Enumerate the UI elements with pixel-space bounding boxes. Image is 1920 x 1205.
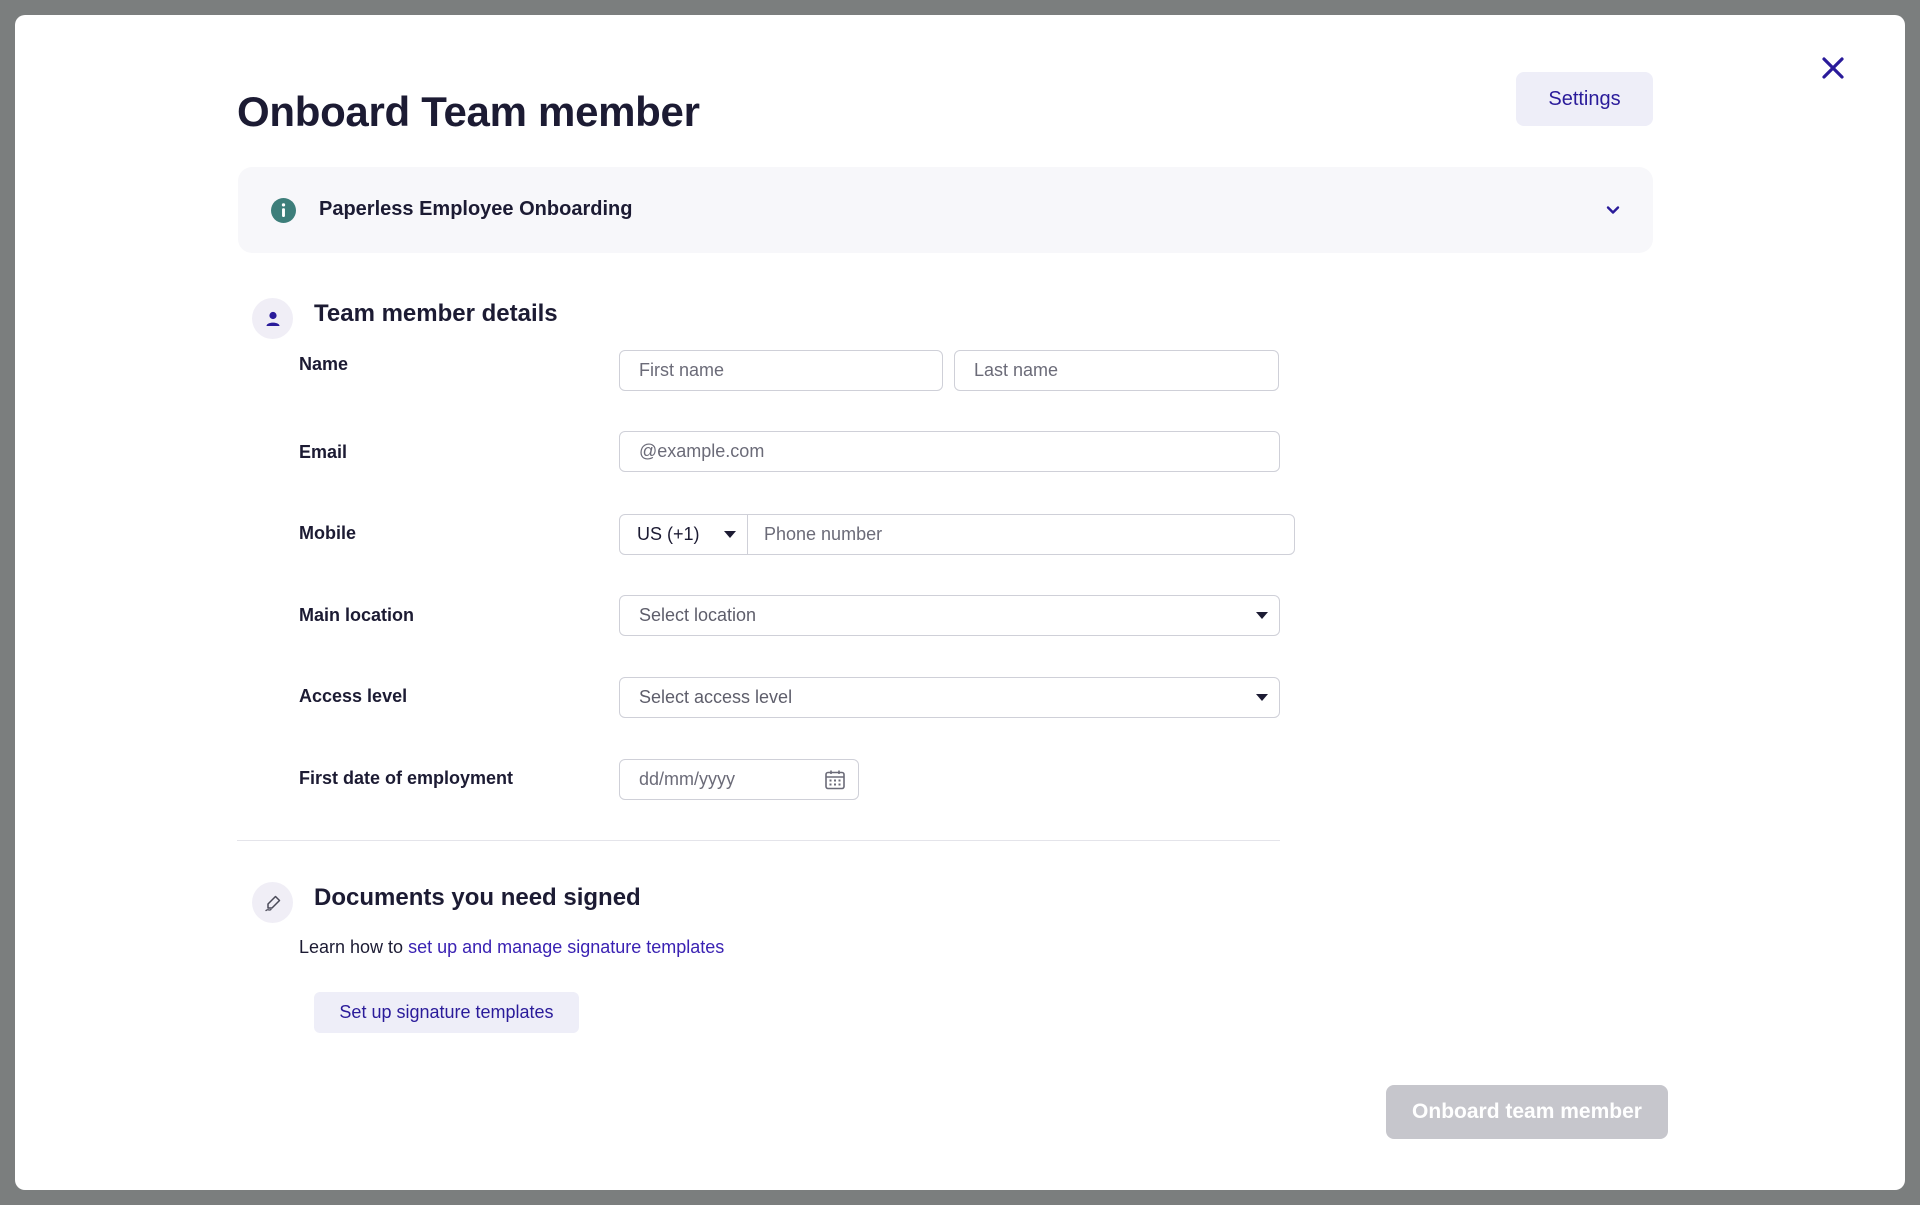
caret-down-icon bbox=[1256, 694, 1268, 701]
section-title-details: Team member details bbox=[314, 300, 558, 327]
setup-signature-templates-button[interactable]: Set up signature templates bbox=[314, 992, 579, 1033]
mobile-label: Mobile bbox=[299, 523, 356, 543]
country-code-select[interactable]: US (+1) bbox=[620, 515, 748, 554]
name-label: Name bbox=[299, 354, 349, 374]
start-date-input[interactable] bbox=[620, 760, 820, 799]
access-level-select[interactable]: Select access level bbox=[619, 677, 1280, 718]
settings-button[interactable]: Settings bbox=[1516, 72, 1653, 126]
location-placeholder: Select location bbox=[639, 605, 757, 625]
last-name-input[interactable] bbox=[954, 350, 1279, 391]
access-level-label: Access level bbox=[299, 686, 408, 706]
learn-prefix: Learn how to bbox=[299, 937, 404, 957]
close-icon bbox=[1822, 57, 1844, 79]
signature-pen-icon bbox=[264, 895, 280, 911]
section-icon-documents bbox=[252, 882, 293, 923]
first-name-input[interactable] bbox=[619, 350, 943, 391]
calendar-icon[interactable] bbox=[824, 769, 846, 791]
caret-down-icon bbox=[724, 531, 736, 538]
banner-title: Paperless Employee Onboarding bbox=[319, 198, 633, 220]
email-input[interactable] bbox=[619, 431, 1280, 472]
section-title-documents: Documents you need signed bbox=[314, 884, 641, 911]
section-icon-details bbox=[252, 298, 293, 339]
location-label: Main location bbox=[299, 605, 415, 625]
section-divider bbox=[237, 840, 1280, 841]
start-date-field bbox=[619, 759, 859, 800]
location-select[interactable]: Select location bbox=[619, 595, 1280, 636]
chevron-down-icon[interactable] bbox=[1604, 201, 1622, 219]
signature-templates-link[interactable]: set up and manage signature templates bbox=[408, 937, 724, 957]
close-button[interactable] bbox=[1815, 50, 1851, 86]
caret-down-icon bbox=[1256, 612, 1268, 619]
mobile-field: US (+1) bbox=[619, 514, 1295, 555]
access-level-placeholder: Select access level bbox=[639, 687, 793, 707]
phone-number-input[interactable] bbox=[749, 515, 1294, 554]
page-title: Onboard Team member bbox=[237, 88, 700, 135]
country-code-value: US (+1) bbox=[637, 524, 700, 544]
email-label: Email bbox=[299, 442, 348, 462]
start-date-label: First date of employment bbox=[299, 768, 514, 788]
onboarding-info-banner[interactable]: Paperless Employee Onboarding bbox=[238, 167, 1653, 253]
onboard-team-member-button[interactable]: Onboard team member bbox=[1386, 1085, 1668, 1139]
info-icon bbox=[271, 198, 296, 223]
person-icon bbox=[266, 311, 279, 326]
learn-text: Learn how to set up and manage signature… bbox=[299, 937, 724, 958]
